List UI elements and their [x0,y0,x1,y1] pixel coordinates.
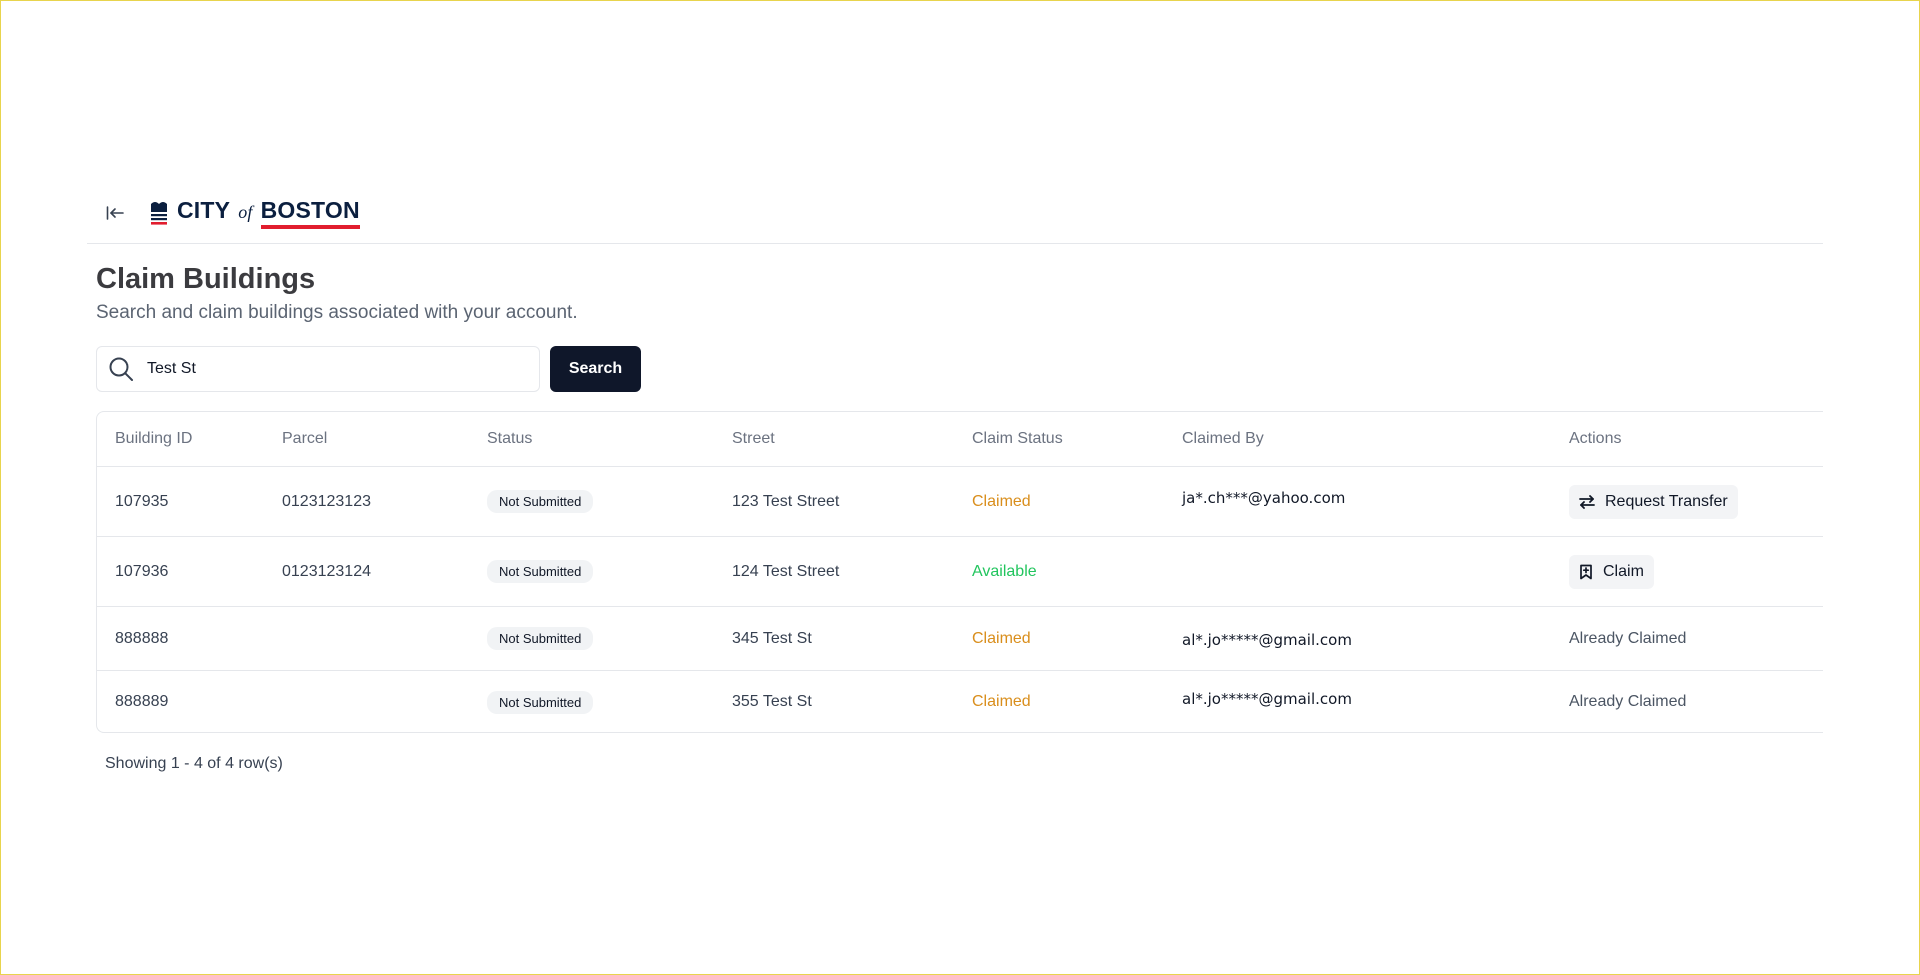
table-header-row: Building ID Parcel Status Street Claim S… [97,412,1823,467]
logo-city: CITY [177,197,231,223]
claim-status-cell: Claimed [972,466,1182,537]
already-claimed-text: Already Claimed [1569,629,1687,647]
column-header-claimed-by[interactable]: Claimed By [1182,412,1569,467]
claimed-by-cell: ja*.ch***@yahoo.com [1182,466,1569,537]
claimed-by-email: al*.jo*****@gmail.com [1182,631,1352,649]
parcel-cell: 0123123124 [282,536,487,607]
column-header-claim-status[interactable]: Claim Status [972,412,1182,467]
street-cell: 124 Test Street [732,536,972,607]
claimed-by-email: ja*.ch***@yahoo.com [1182,489,1346,507]
parcel-cell [282,671,487,733]
bookmark-plus-icon [1580,564,1592,579]
parcel-cell [282,606,487,671]
claimed-by-cell [1182,536,1569,607]
status-cell: Not Submitted [487,466,732,537]
claimed-by-cell: al*.jo*****@gmail.com [1182,606,1569,671]
claim-status-text: Claimed [972,629,1031,647]
status-cell: Not Submitted [487,606,732,671]
table-row: 107936 0123123124 Not Submitted 124 Test… [97,536,1823,607]
collapse-left-icon[interactable] [99,197,131,229]
city-of-boston-logo[interactable]: CITY of BOSTON [149,197,360,229]
actions-cell: Already Claimed [1569,671,1823,733]
column-header-building-id[interactable]: Building ID [97,412,282,467]
column-header-parcel[interactable]: Parcel [282,412,487,467]
logo-boston: BOSTON [260,197,360,229]
column-header-actions: Actions [1569,412,1823,467]
claim-status-text: Claimed [972,693,1031,710]
claim-status-cell: Claimed [972,671,1182,733]
page-title: Claim Buildings [96,263,316,295]
boston-emblem-icon [151,202,167,225]
status-cell: Not Submitted [487,536,732,607]
column-header-street[interactable]: Street [732,412,972,467]
building-id-cell: 107935 [97,466,282,537]
claim-status-text: Claimed [972,492,1031,510]
transfer-icon [1579,494,1595,509]
logo-wordmark: CITY of BOSTON [177,197,360,229]
actions-cell: Already Claimed [1569,606,1823,671]
search-input[interactable] [145,359,529,379]
pagination-summary: Showing 1 - 4 of 4 row(s) [105,755,283,772]
logo-of: of [238,202,253,222]
app-header: CITY of BOSTON [87,183,1823,244]
actions-cell: Claim [1569,536,1823,607]
street-cell: 345 Test St [732,606,972,671]
status-cell: Not Submitted [487,671,732,733]
parcel-cell: 0123123123 [282,466,487,537]
buildings-table: Building ID Parcel Status Street Claim S… [96,411,1823,733]
claimed-by-cell: al*.jo*****@gmail.com [1182,671,1569,733]
page-subtitle: Search and claim buildings associated wi… [96,302,578,323]
street-cell: 123 Test Street [732,466,972,537]
already-claimed-text: Already Claimed [1569,693,1687,710]
building-id-cell: 888889 [115,693,169,710]
street-cell: 355 Test St [732,693,812,710]
building-id-cell: 888888 [97,606,282,671]
column-header-status[interactable]: Status [487,412,732,467]
claim-status-cell: Claimed [972,606,1182,671]
claim-status-text: Available [972,562,1037,580]
actions-cell: Request Transfer [1569,466,1823,537]
status-badge: Not Submitted [487,560,594,583]
table-row: 888889 Not Submitted 355 Test St Claimed… [97,671,1823,733]
table-row: 107935 0123123123 Not Submitted 123 Test… [97,466,1823,537]
claimed-by-email: al*.jo*****@gmail.com [1182,689,1352,708]
status-badge: Not Submitted [487,690,594,714]
search-button[interactable]: Search [550,346,641,392]
claim-button[interactable]: Claim [1569,554,1654,589]
status-badge: Not Submitted [487,490,594,513]
claim-status-cell: Available [972,536,1182,607]
status-badge: Not Submitted [487,627,594,650]
search-icon [109,357,133,381]
claim-label: Claim [1603,562,1644,580]
request-transfer-button[interactable]: Request Transfer [1569,484,1738,519]
request-transfer-label: Request Transfer [1605,492,1728,510]
building-id-cell: 107936 [97,536,282,607]
table-row: 888888 Not Submitted 345 Test St Claimed… [97,606,1823,671]
search-box[interactable] [96,346,540,392]
